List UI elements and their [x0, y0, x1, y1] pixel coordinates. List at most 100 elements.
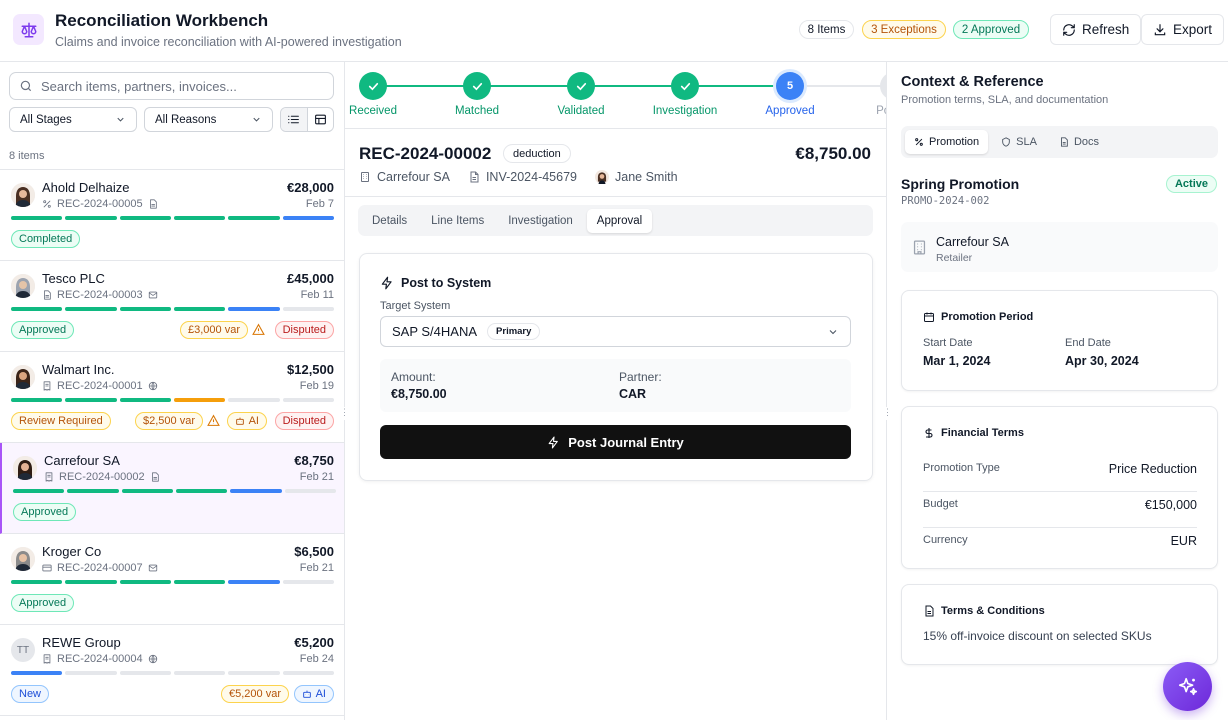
item-amount: €28,000 — [287, 180, 334, 195]
search-input[interactable] — [41, 78, 311, 94]
export-button[interactable]: Export — [1141, 14, 1225, 45]
financial-title: Financial Terms — [923, 427, 1024, 439]
stage-select[interactable]: All Stages — [9, 107, 137, 132]
detail-panel: Received Matched Validated Investigation 5 Ap… — [345, 62, 887, 720]
item-ref: REC-2024-00003 — [42, 289, 158, 301]
reason-select[interactable]: All Reasons — [144, 107, 273, 132]
step-label: Approved — [765, 105, 815, 117]
variance-badge: $2,500 var — [135, 412, 203, 430]
stage-progress — [11, 398, 334, 402]
building-icon — [359, 171, 371, 183]
table-view-button[interactable] — [308, 108, 334, 131]
variance-badge: €5,200 var — [221, 685, 289, 703]
step-investigation[interactable] — [671, 72, 699, 100]
stage-bar — [119, 671, 171, 675]
scale-icon — [13, 14, 44, 45]
mail-icon — [148, 563, 158, 573]
tab-docs[interactable]: Docs — [1050, 130, 1108, 154]
tab-promotion[interactable]: Promotion — [905, 130, 989, 154]
step-label: Investigation — [652, 105, 718, 117]
ai-assistant-button[interactable] — [1163, 662, 1212, 711]
step-posted[interactable] — [880, 72, 886, 100]
stage-bar — [282, 216, 334, 220]
item-name: Kroger Co — [42, 544, 102, 559]
tab-line-items[interactable]: Line Items — [421, 209, 494, 233]
list-item[interactable]: Kroger Co $6,500 REC-2024-00007 Feb 21 Appro… — [0, 534, 344, 625]
terms-title: Terms & Conditions — [923, 605, 1045, 617]
item-ref-text: REC-2024-00004 — [57, 653, 143, 665]
stage-bar — [65, 307, 117, 311]
retailer-card: Carrefour SA Retailer — [901, 222, 1218, 272]
step-validated[interactable] — [567, 72, 595, 100]
mail-icon — [148, 290, 158, 300]
status-badge: Review Required — [11, 412, 111, 430]
item-date: Feb 19 — [299, 380, 334, 392]
step-received[interactable] — [359, 72, 387, 100]
step-matched[interactable] — [463, 72, 491, 100]
disputed-badge: Disputed — [274, 412, 334, 430]
list-item[interactable]: Ahold Delhaize €28,000 REC-2024-00005 Feb 7… — [0, 170, 344, 261]
reason-select-value: All Reasons — [155, 113, 217, 126]
target-system-select[interactable]: SAP S/4HANA Primary — [380, 316, 851, 347]
exceptions-badge: 3 Exceptions — [862, 20, 946, 39]
list-item[interactable]: Tesco PLC £45,000 REC-2024-00003 Feb 11 Appr… — [0, 261, 344, 352]
refresh-button[interactable]: Refresh — [1050, 14, 1142, 45]
stage-bar — [119, 398, 171, 402]
owner-avatar — [595, 170, 609, 184]
financial-terms-card: Financial Terms Promotion Type Price Redu… — [901, 406, 1218, 569]
record-id: REC-2024-00002 — [359, 144, 492, 163]
status-badge: Completed — [11, 230, 81, 248]
terms-text: 15% off-invoice discount on selected SKU… — [923, 629, 1152, 643]
item-ref: REC-2024-00005 — [42, 198, 158, 210]
post-title-text: Post to System — [401, 276, 492, 290]
stage-bar — [65, 216, 117, 220]
item-ref-text: REC-2024-00003 — [57, 289, 143, 301]
items-panel: All Stages All Reasons 8 items Ahold Del… — [0, 62, 345, 720]
promotion-name: Spring Promotion — [901, 176, 1020, 192]
step-approved[interactable]: 5 — [776, 72, 804, 100]
post-card-title: Post to System — [380, 276, 491, 290]
period-title: Promotion Period — [923, 311, 1033, 323]
stage-bar — [175, 489, 228, 493]
search-box[interactable] — [9, 72, 334, 100]
list-item[interactable]: TT REWE Group €5,200 REC-2024-00004 Feb 24 Ne… — [0, 625, 344, 716]
promotion-id: PROMO-2024-002 — [901, 195, 990, 207]
retailer-role: Retailer — [936, 252, 973, 264]
resize-handle-left[interactable]: ⋮ — [340, 407, 349, 420]
card-icon — [42, 563, 52, 573]
lightning-icon — [547, 436, 560, 449]
tab-sla[interactable]: SLA — [992, 130, 1046, 154]
context-title: Context & Reference — [901, 74, 1044, 90]
tab-details[interactable]: Details — [362, 209, 417, 233]
list-item[interactable]: Walmart Inc. $12,500 REC-2024-00001 Feb 19 R… — [0, 352, 344, 443]
stage-bar — [67, 489, 119, 493]
post-journal-entry-button[interactable]: Post Journal Entry — [380, 425, 851, 459]
items-count: 8 items — [9, 150, 45, 162]
record-invoice: INV-2024-45679 — [485, 170, 577, 184]
item-date: Feb 21 — [299, 471, 334, 483]
stage-progress — [11, 671, 334, 675]
financial-key: Budget — [923, 498, 958, 510]
avatar — [11, 274, 35, 298]
document-icon — [42, 290, 52, 300]
financial-key: Promotion Type — [923, 462, 1000, 474]
item-date: Feb 24 — [299, 653, 334, 665]
item-ref-text: REC-2024-00007 — [57, 562, 143, 574]
stage-bar — [173, 216, 226, 220]
list-view-button[interactable] — [281, 108, 308, 131]
refresh-label: Refresh — [1082, 22, 1130, 37]
list-item[interactable]: Carrefour SA €8,750 REC-2024-00002 Feb 21 Ap… — [0, 443, 344, 534]
tab-approval[interactable]: Approval — [586, 208, 653, 233]
variance-badge: £3,000 var — [180, 321, 248, 339]
stage-bar — [11, 580, 63, 584]
stage-bar — [230, 489, 282, 493]
receipt-icon — [42, 654, 52, 664]
stage-bar — [228, 580, 280, 584]
document-icon — [148, 199, 158, 209]
stage-progress — [11, 580, 334, 584]
stage-progress — [13, 489, 336, 493]
tab-investigation[interactable]: Investigation — [498, 209, 583, 233]
stage-progress — [11, 307, 334, 311]
status-badge: Approved — [11, 321, 75, 339]
stage-bar — [11, 307, 63, 311]
